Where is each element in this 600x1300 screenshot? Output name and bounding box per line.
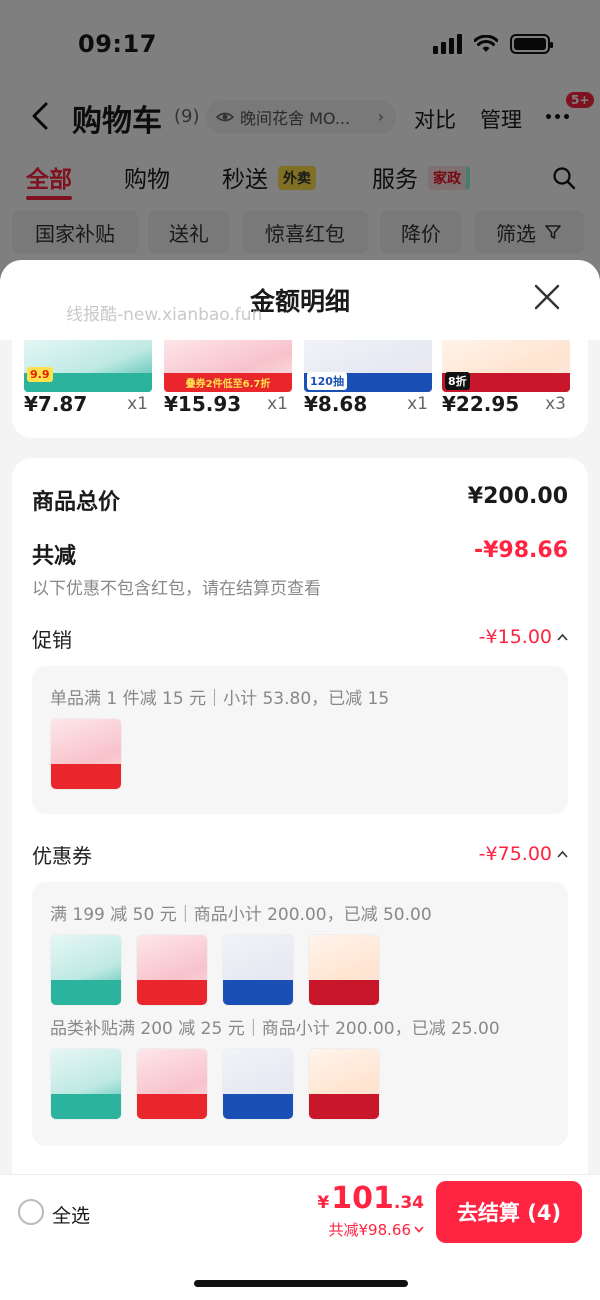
coupon-value: -¥75.00 bbox=[478, 843, 552, 865]
product-thumb[interactable] bbox=[50, 718, 122, 790]
product-thumb[interactable] bbox=[50, 934, 122, 1006]
price-breakdown-card: 商品总价 ¥200.00 共减 -¥98.66 以下优惠不包含红包，请在结算页查… bbox=[12, 458, 588, 1218]
item-price: ¥22.95 bbox=[442, 392, 520, 416]
home-indicator[interactable] bbox=[194, 1280, 408, 1287]
discount-value: -¥98.66 bbox=[473, 538, 568, 563]
coupon-detail-box: 满 199 减 50 元｜商品小计 200.00，已减 50.00 品类补贴满 … bbox=[32, 882, 568, 1146]
total-payable: ¥ 101 .34 bbox=[317, 1181, 424, 1216]
total-label: 商品总价 bbox=[32, 490, 121, 515]
product-thumb[interactable] bbox=[308, 934, 380, 1006]
close-icon[interactable] bbox=[534, 284, 560, 310]
item-price: ¥7.87 bbox=[24, 392, 88, 416]
discount-tag: 8折 bbox=[445, 372, 470, 390]
item-qty: x1 bbox=[267, 394, 288, 414]
chevron-up-icon bbox=[557, 633, 568, 641]
promo-label: 促销 bbox=[32, 628, 72, 652]
watermark-text: 线报酷-new.xianbao.fun bbox=[66, 305, 263, 325]
promo-toggle[interactable]: -¥15.00 bbox=[479, 626, 568, 648]
coupon-label: 优惠券 bbox=[32, 844, 92, 868]
currency-symbol: ¥ bbox=[317, 1193, 330, 1213]
product-thumb[interactable] bbox=[308, 1048, 380, 1120]
promo-products bbox=[50, 718, 122, 790]
amount-detail-sheet: 金额明细 线报酷-new.xianbao.fun 9.9 ¥7.87 x1 叠券… bbox=[0, 260, 600, 1300]
chevron-up-icon bbox=[557, 850, 568, 858]
product-thumb[interactable] bbox=[50, 1048, 122, 1120]
product-thumb[interactable] bbox=[222, 1048, 294, 1120]
item-thumb[interactable]: 9.9 ¥7.87 x1 bbox=[24, 338, 152, 416]
item-price: ¥8.68 bbox=[304, 392, 368, 416]
coupon-toggle[interactable]: -¥75.00 bbox=[479, 843, 568, 865]
discount-note: 以下优惠不包含红包，请在结算页查看 bbox=[32, 579, 321, 599]
item-thumb[interactable]: 120抽 ¥8.68 x1 bbox=[304, 338, 432, 416]
promo-value: -¥15.00 bbox=[478, 626, 552, 648]
product-image: 120抽 bbox=[304, 338, 432, 392]
promo-detail-box: 单品满 1 件减 15 元｜小计 53.80，已减 15 bbox=[32, 666, 568, 814]
sheet-header: 金额明细 线报酷-new.xianbao.fun bbox=[0, 260, 600, 340]
checkout-button[interactable]: 去结算 (4) bbox=[436, 1181, 582, 1243]
price-integer: 101 bbox=[331, 1181, 394, 1216]
coupon-detail-2: 品类补贴满 200 减 25 元｜商品小计 200.00，已减 25.00 bbox=[50, 1019, 500, 1039]
select-all-label[interactable]: 全选 bbox=[52, 1201, 90, 1228]
item-price: ¥15.93 bbox=[164, 392, 242, 416]
total-value: ¥200.00 bbox=[467, 484, 568, 509]
home-area bbox=[0, 1250, 600, 1300]
coupon-detail-1: 满 199 减 50 元｜商品小计 200.00，已减 50.00 bbox=[50, 905, 432, 925]
count-tag: 120抽 bbox=[307, 372, 347, 390]
product-image: 8折 bbox=[442, 338, 570, 392]
item-qty: x3 bbox=[545, 394, 566, 414]
item-qty: x1 bbox=[127, 394, 148, 414]
promo-band: 叠券2件低至6.7折 bbox=[164, 372, 292, 392]
item-qty: x1 bbox=[407, 394, 428, 414]
checkout-bar: 全选 ¥ 101 .34 共减¥98.66 去结算 (4) bbox=[0, 1174, 600, 1250]
item-thumb[interactable]: 叠券2件低至6.7折 ¥15.93 x1 bbox=[164, 338, 292, 416]
price-tag: 9.9 bbox=[27, 367, 53, 382]
product-thumb[interactable] bbox=[136, 934, 208, 1006]
product-thumb[interactable] bbox=[222, 934, 294, 1006]
item-thumb[interactable]: 8折 ¥22.95 x3 bbox=[442, 338, 570, 416]
coupon-products-1 bbox=[50, 934, 380, 1006]
coupon-products-2 bbox=[50, 1048, 380, 1120]
discount-summary: 共减¥98.66 bbox=[328, 1221, 412, 1239]
product-image: 9.9 bbox=[24, 338, 152, 392]
discount-label: 共减 bbox=[32, 544, 77, 569]
discount-summary-toggle[interactable]: 共减¥98.66 bbox=[329, 1219, 425, 1240]
promo-detail: 单品满 1 件减 15 元｜小计 53.80，已减 15 bbox=[50, 689, 390, 709]
select-all-checkbox[interactable] bbox=[18, 1199, 44, 1225]
price-decimal: .34 bbox=[393, 1193, 424, 1213]
product-image: 叠券2件低至6.7折 bbox=[164, 338, 292, 392]
chevron-down-icon bbox=[414, 1226, 424, 1233]
product-thumb[interactable] bbox=[136, 1048, 208, 1120]
